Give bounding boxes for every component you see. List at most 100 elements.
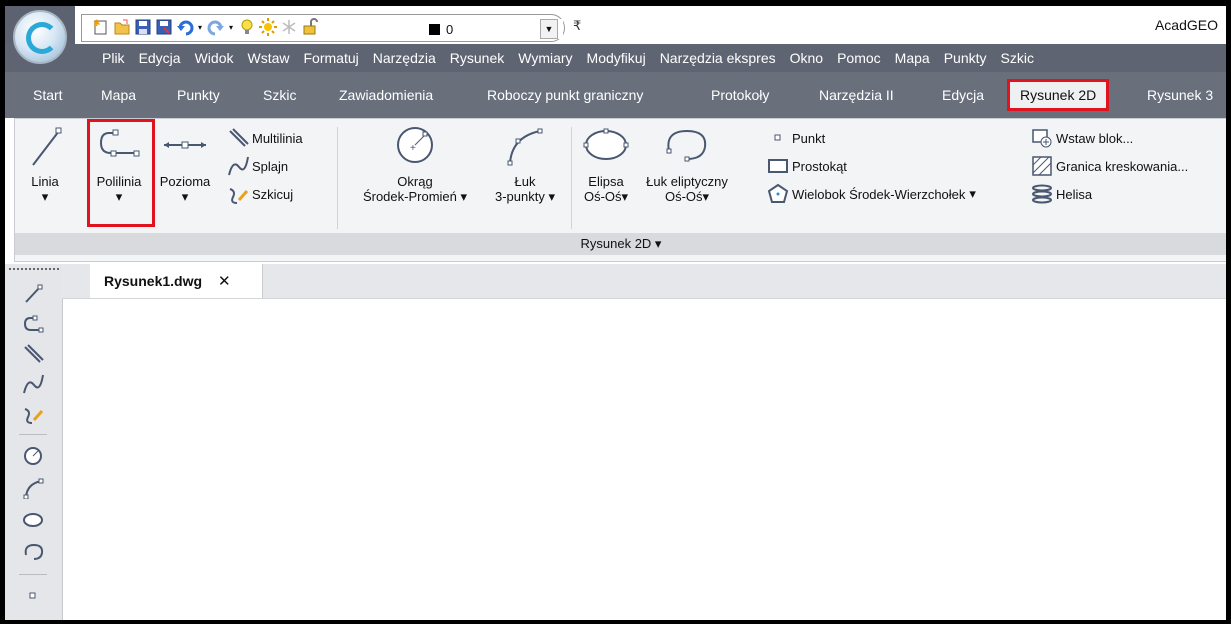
menu-bar: Plik Edycja Widok Wstaw Formatuj Narzędzia Rys… bbox=[5, 44, 1226, 72]
multilinia-button[interactable]: Multilinia bbox=[227, 127, 303, 149]
point-icon[interactable] bbox=[21, 584, 45, 608]
redo-dropdown-icon[interactable]: ▾ bbox=[227, 18, 235, 37]
wielobok-label: Wielobok Środek-Wierzchołek bbox=[792, 186, 966, 202]
pozioma-dropdown-icon[interactable]: ▾ bbox=[155, 189, 215, 205]
app-window: ✱ ▾ ▾ 0 ▼ ₹ AcadGEO Plik Edycja Widok Ws… bbox=[5, 6, 1226, 620]
arc-icon[interactable] bbox=[21, 476, 45, 500]
tab-rysunek-3[interactable]: Rysunek 3 bbox=[1147, 81, 1213, 109]
menu-item-edycja[interactable]: Edycja bbox=[132, 50, 188, 66]
okrag-dropdown-icon[interactable]: ▾ bbox=[461, 189, 468, 204]
elipsa-button[interactable]: Elipsa Oś-Oś▾ bbox=[575, 123, 637, 205]
document-tab-name: Rysunek1.dwg bbox=[104, 273, 203, 289]
menu-item-modyfikuj[interactable]: Modyfikuj bbox=[580, 50, 653, 66]
lightbulb-icon[interactable] bbox=[237, 18, 256, 37]
helisa-button[interactable]: Helisa bbox=[1031, 183, 1092, 205]
close-icon[interactable]: ✕ bbox=[218, 272, 231, 290]
wielobok-dropdown-icon[interactable]: ▾ bbox=[969, 186, 976, 202]
menu-item-narzędzia-ekspres[interactable]: Narzędzia ekspres bbox=[653, 50, 783, 66]
undo-dropdown-icon[interactable]: ▾ bbox=[196, 18, 204, 37]
new-file-icon[interactable]: ✱ bbox=[91, 18, 110, 37]
menu-item-rysunek[interactable]: Rysunek bbox=[443, 50, 511, 66]
tab-szkic[interactable]: Szkic bbox=[263, 81, 296, 109]
sketch-icon bbox=[227, 183, 249, 205]
linia-dropdown-icon[interactable]: ▾ bbox=[23, 189, 67, 205]
prostokat-button[interactable]: Prostokąt bbox=[767, 155, 847, 177]
pozioma-label: Pozioma bbox=[159, 174, 211, 189]
elliptical-arc-icon[interactable] bbox=[21, 540, 45, 564]
tab-rysunek-2d[interactable]: Rysunek 2D bbox=[1007, 79, 1110, 111]
multilinia-label: Multilinia bbox=[252, 130, 303, 146]
menu-item-plik[interactable]: Plik bbox=[95, 50, 132, 66]
wielobok-button[interactable]: Wielobok Środek-Wierzchołek ▾ bbox=[767, 183, 976, 205]
szkicuj-button[interactable]: Szkicuj bbox=[227, 183, 293, 205]
toolbar-separator bbox=[19, 434, 47, 435]
granica-kreskowania-button[interactable]: Granica kreskowania... bbox=[1031, 155, 1188, 177]
circle-icon[interactable] bbox=[21, 444, 45, 468]
luk-label: Łuk bbox=[514, 174, 536, 189]
tab-mapa[interactable]: Mapa bbox=[101, 81, 136, 109]
undo-icon[interactable] bbox=[175, 18, 194, 37]
point-icon bbox=[767, 127, 789, 149]
menu-item-wstaw[interactable]: Wstaw bbox=[241, 50, 297, 66]
prostokat-label: Prostokąt bbox=[792, 158, 847, 174]
luk-eliptyczny-dropdown-icon[interactable]: ▾ bbox=[703, 189, 710, 204]
luk-dropdown-icon[interactable]: ▾ bbox=[548, 189, 555, 204]
tab-roboczy-punkt-graniczny[interactable]: Roboczy punkt graniczny bbox=[487, 81, 643, 109]
ribbon-separator bbox=[337, 127, 338, 229]
menu-item-wymiary[interactable]: Wymiary bbox=[511, 50, 579, 66]
wstaw-blok-button[interactable]: Wstaw blok... bbox=[1031, 127, 1133, 149]
toolbar-separator bbox=[19, 574, 47, 575]
layer-combo-arrow-icon[interactable]: ▼ bbox=[540, 19, 558, 39]
menu-item-szkic[interactable]: Szkic bbox=[994, 50, 1041, 66]
drawing-canvas[interactable] bbox=[63, 299, 1226, 620]
szkicuj-label: Szkicuj bbox=[252, 186, 294, 202]
save-icon[interactable] bbox=[133, 18, 152, 37]
okrag-button[interactable]: + Okrąg Środek-Promień ▾ bbox=[345, 123, 485, 205]
tab-zawiadomienia[interactable]: Zawiadomienia bbox=[339, 81, 433, 109]
menu-item-punkty[interactable]: Punkty bbox=[937, 50, 994, 66]
luk-button[interactable]: Łuk 3-punkty ▾ bbox=[485, 123, 565, 205]
menu-item-formatuj[interactable]: Formatuj bbox=[297, 50, 366, 66]
app-menu-logo[interactable] bbox=[13, 10, 67, 64]
tab-punkty[interactable]: Punkty bbox=[177, 81, 220, 109]
open-folder-icon[interactable] bbox=[112, 18, 131, 37]
sketch-icon[interactable] bbox=[21, 402, 45, 426]
ribbon-panel-title[interactable]: Rysunek 2D ▾ bbox=[15, 233, 1226, 255]
menu-item-mapa[interactable]: Mapa bbox=[888, 50, 937, 66]
punkt-button[interactable]: Punkt bbox=[767, 127, 825, 149]
luk-mode-label: 3-punkty ▾ bbox=[494, 189, 556, 204]
linia-button[interactable]: Linia ▾ bbox=[23, 123, 67, 205]
spline-icon bbox=[227, 155, 249, 177]
lock-icon[interactable] bbox=[300, 18, 319, 37]
menu-items: Plik Edycja Widok Wstaw Formatuj Narzędzia Rys… bbox=[95, 44, 1041, 72]
line-icon[interactable] bbox=[21, 282, 45, 306]
tab-start[interactable]: Start bbox=[33, 81, 63, 109]
menu-item-narzędzia[interactable]: Narzędzia bbox=[366, 50, 443, 66]
polyline-icon[interactable] bbox=[21, 312, 45, 336]
tab-edycja[interactable]: Edycja bbox=[942, 81, 984, 109]
customize-qat-icon[interactable]: ₹ bbox=[573, 18, 581, 34]
sun-icon[interactable] bbox=[258, 18, 277, 37]
menu-item-pomoc[interactable]: Pomoc bbox=[830, 50, 888, 66]
logo-c-icon bbox=[26, 22, 58, 54]
document-tab[interactable]: Rysunek1.dwg ✕ bbox=[90, 264, 263, 298]
arc-icon bbox=[507, 128, 543, 166]
elipsa-dropdown-icon[interactable]: ▾ bbox=[622, 189, 629, 204]
spline-icon[interactable] bbox=[21, 372, 45, 396]
menu-item-widok[interactable]: Widok bbox=[188, 50, 241, 66]
splajn-button[interactable]: Splajn bbox=[227, 155, 288, 177]
okrag-mode-label: Środek-Promień ▾ bbox=[362, 189, 468, 204]
redo-icon[interactable] bbox=[206, 18, 225, 37]
menu-item-okno[interactable]: Okno bbox=[783, 50, 830, 66]
pozioma-button[interactable]: Pozioma ▾ bbox=[155, 123, 215, 205]
tab-narzedzia-ii[interactable]: Narzędzia II bbox=[819, 81, 894, 109]
toolbar-grip[interactable] bbox=[9, 268, 59, 273]
tab-protokoly[interactable]: Protokoły bbox=[711, 81, 769, 109]
multiline-icon[interactable] bbox=[21, 342, 45, 366]
ellipse-icon[interactable] bbox=[21, 508, 45, 532]
polilinia-highlight bbox=[87, 119, 155, 227]
luk-eliptyczny-button[interactable]: Łuk eliptyczny Oś-Oś▾ bbox=[637, 123, 737, 205]
layer-freeze-icon[interactable] bbox=[279, 18, 298, 37]
luk-eliptyczny-label: Łuk eliptyczny bbox=[646, 174, 728, 189]
save-as-icon[interactable] bbox=[154, 18, 173, 37]
